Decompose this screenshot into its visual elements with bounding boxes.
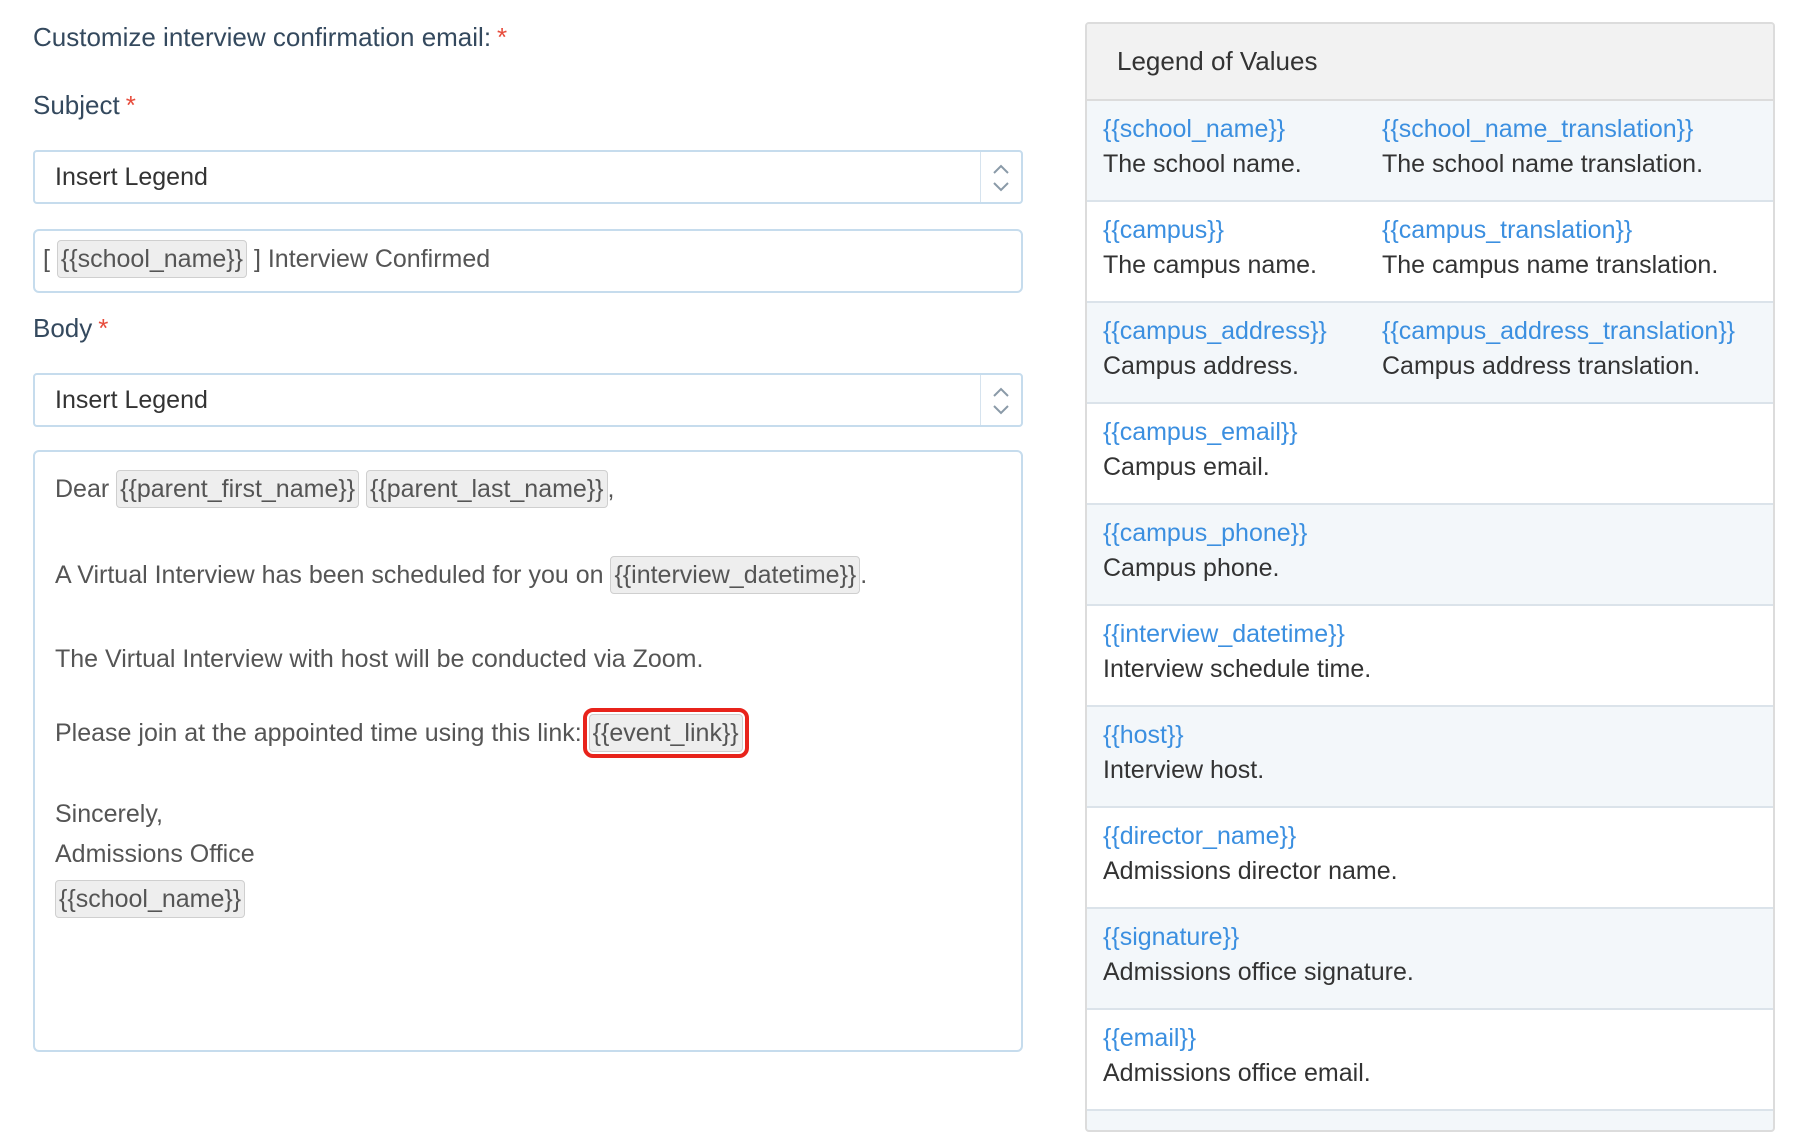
legend-item: {{signature}} Admissions office signatur… <box>1103 923 1414 987</box>
schedule-text: A Virtual Interview has been scheduled f… <box>55 561 604 589</box>
body-schedule-line: A Virtual Interview has been scheduled f… <box>55 556 867 594</box>
legend-item: {{interview_datetime}} Interview schedul… <box>1103 620 1371 684</box>
parent-last-name-tag[interactable]: {{parent_last_name}} <box>366 470 608 508</box>
legend-description: Campus address. <box>1103 352 1299 380</box>
select-divider <box>980 152 981 202</box>
legend-key[interactable]: {{campus}} <box>1103 216 1317 245</box>
body-greeting-line: Dear {{parent_first_name}} {{parent_last… <box>55 470 615 508</box>
legend-item: {{email}} Admissions office email. <box>1103 1024 1371 1088</box>
legend-item: {{host}} Interview host. <box>1103 721 1264 785</box>
legend-description: Admissions office signature. <box>1103 958 1414 986</box>
chevron-up-down-icon <box>993 387 1009 415</box>
select-value: Insert Legend <box>55 163 208 191</box>
greeting-text: Dear <box>55 475 110 503</box>
subject-insert-legend-select[interactable]: Insert Legend <box>33 150 1023 204</box>
body-insert-legend-select[interactable]: Insert Legend <box>33 373 1023 427</box>
legend-item: {{campus_phone}} Campus phone. <box>1103 519 1307 583</box>
legend-key[interactable]: {{school_name_translation}} <box>1382 115 1703 144</box>
body-school-line: {{school_name}} <box>55 880 246 918</box>
legend-key[interactable]: {{host}} <box>1103 721 1264 750</box>
subject-school-name-tag[interactable]: {{school_name}} <box>56 240 248 278</box>
period-text: . <box>860 561 868 589</box>
form-heading-text: Customize interview confirmation email: <box>33 22 492 52</box>
body-editor[interactable]: Dear {{parent_first_name}} {{parent_last… <box>33 450 1023 1052</box>
legend-description: The school name. <box>1103 150 1302 178</box>
body-link-line: Please join at the appointed time using … <box>55 708 749 758</box>
legend-key[interactable]: {{campus_address}} <box>1103 317 1327 346</box>
subject-prefix: [ <box>43 245 50 273</box>
subject-label-text: Subject <box>33 90 120 120</box>
legend-row: {{email}} Admissions office email. <box>1087 1010 1773 1111</box>
legend-description: The campus name. <box>1103 251 1317 279</box>
legend-description: Interview schedule time. <box>1103 655 1372 683</box>
interview-datetime-tag[interactable]: {{interview_datetime}} <box>610 556 861 594</box>
body-label: Body * <box>33 313 108 344</box>
required-mark: * <box>98 313 109 343</box>
legend-item: {{director_name}} Admissions director na… <box>1103 822 1398 886</box>
legend-description: The campus name translation. <box>1382 251 1719 279</box>
legend-description: Campus phone. <box>1103 554 1280 582</box>
legend-description: Admissions office email. <box>1103 1059 1371 1087</box>
legend-item: {{campus_address_translation}} Campus ad… <box>1382 317 1735 381</box>
event-link-tag[interactable]: {{event_link}} <box>582 708 749 758</box>
chevron-up-down-icon <box>993 164 1009 192</box>
legend-key[interactable]: {{signature}} <box>1103 923 1414 952</box>
parent-first-name-tag[interactable]: {{parent_first_name}} <box>116 470 360 508</box>
body-label-text: Body <box>33 313 93 343</box>
legend-key[interactable]: {{campus_phone}} <box>1103 519 1307 548</box>
legend-description: Admissions director name. <box>1103 857 1398 885</box>
legend-description: Campus email. <box>1103 453 1270 481</box>
legend-row: {{campus_email}} Campus email. <box>1087 404 1773 505</box>
legend-item: {{school_name}} The school name. <box>1103 115 1302 179</box>
legend-row: {{school_name}} The school name. {{schoo… <box>1087 101 1773 202</box>
required-mark: * <box>497 22 508 52</box>
legend-item: {{campus_address}} Campus address. <box>1103 317 1327 381</box>
legend-description: Campus address translation. <box>1382 352 1701 380</box>
legend-row: {{host}} Interview host. <box>1087 707 1773 808</box>
legend-row: {{campus}} The campus name. {{campus_tra… <box>1087 202 1773 303</box>
legend-key[interactable]: {{email}} <box>1103 1024 1371 1053</box>
legend-item: {{campus_translation}} The campus name t… <box>1382 216 1718 280</box>
legend-key[interactable]: {{director_name}} <box>1103 822 1398 851</box>
legend-item: {{campus_email}} Campus email. <box>1103 418 1298 482</box>
subject-suffix: ] Interview Confirmed <box>253 245 491 273</box>
legend-row: {{director_name}} Admissions director na… <box>1087 808 1773 909</box>
form-heading: Customize interview confirmation email: * <box>33 22 507 53</box>
body-sincerely-line: Sincerely, <box>55 800 163 828</box>
legend-row: {{campus_address}} Campus address. {{cam… <box>1087 303 1773 404</box>
legend-key[interactable]: {{school_name}} <box>1103 115 1302 144</box>
comma-text: , <box>607 475 615 503</box>
legend-of-values-panel: Legend of Values {{school_name}} The sch… <box>1085 22 1775 1132</box>
legend-row: {{signature}} Admissions office signatur… <box>1087 909 1773 1010</box>
legend-title: Legend of Values <box>1087 24 1773 101</box>
legend-item: {{school_name_translation}} The school n… <box>1382 115 1703 179</box>
subject-input[interactable]: [ {{school_name}} ] Interview Confirmed <box>33 229 1023 293</box>
legend-key[interactable]: {{campus_email}} <box>1103 418 1298 447</box>
required-mark: * <box>125 90 136 120</box>
select-value: Insert Legend <box>55 386 208 414</box>
legend-key[interactable]: {{interview_datetime}} <box>1103 620 1371 649</box>
legend-description: Interview host. <box>1103 756 1265 784</box>
legend-key[interactable]: {{campus_address_translation}} <box>1382 317 1735 346</box>
legend-row: {{interview_datetime}} Interview schedul… <box>1087 606 1773 707</box>
body-office-line: Admissions Office <box>55 840 255 868</box>
legend-row: {{campus_phone}} Campus phone. <box>1087 505 1773 606</box>
body-zoom-line: The Virtual Interview with host will be … <box>55 645 704 673</box>
legend-description: The school name translation. <box>1382 150 1704 178</box>
subject-label: Subject * <box>33 90 136 121</box>
legend-key[interactable]: {{campus_translation}} <box>1382 216 1718 245</box>
legend-item: {{campus}} The campus name. <box>1103 216 1317 280</box>
select-divider <box>980 375 981 425</box>
school-name-tag[interactable]: {{school_name}} <box>55 880 246 918</box>
link-instruction-text: Please join at the appointed time using … <box>55 719 582 747</box>
